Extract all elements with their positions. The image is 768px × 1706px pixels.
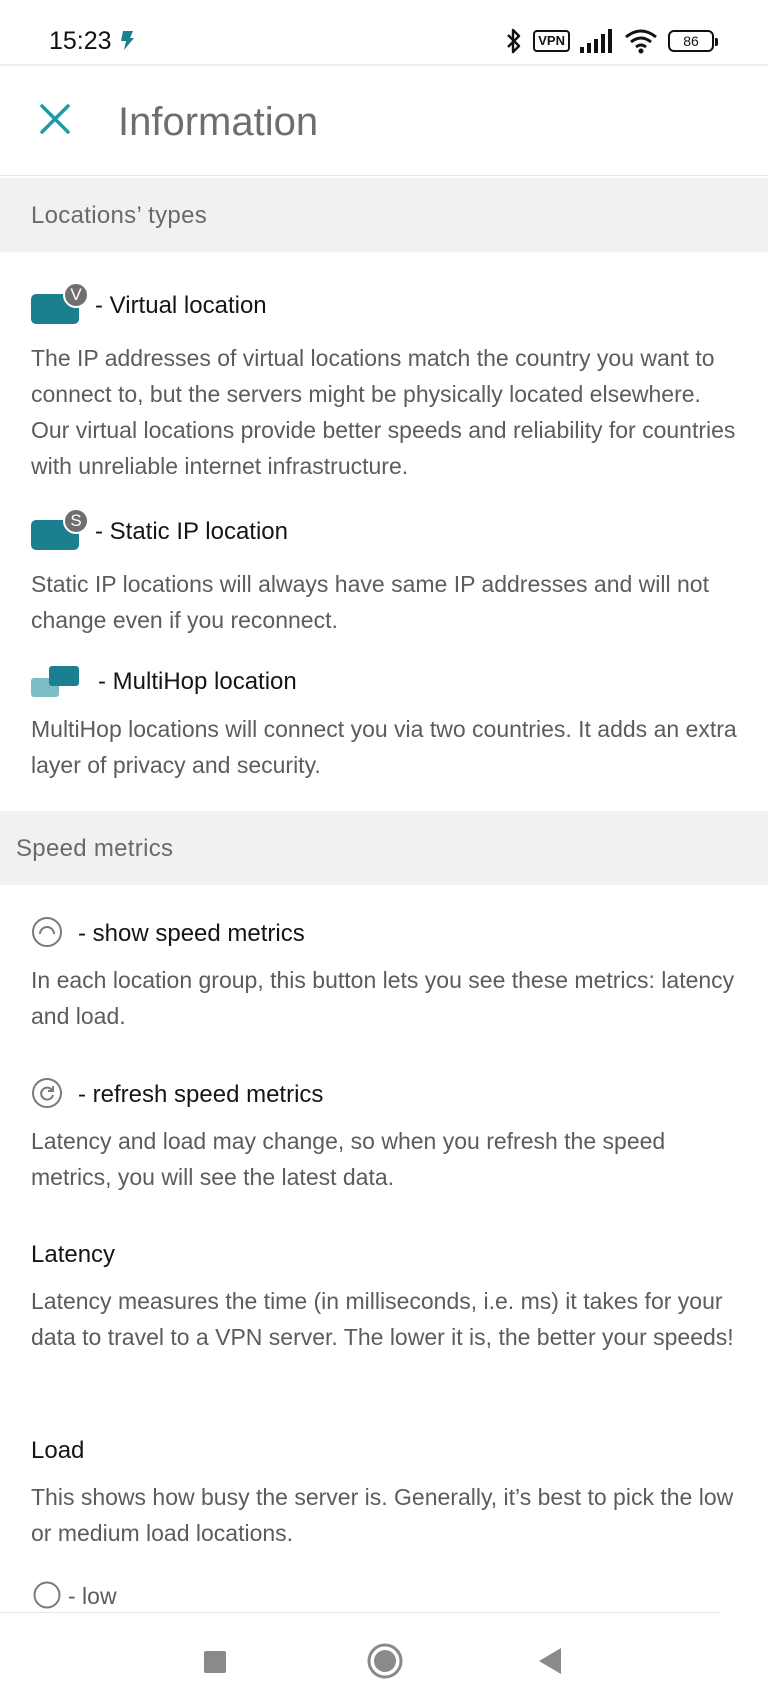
static-ip-location-title: - Static IP location <box>95 518 288 545</box>
app-notification-icon <box>121 31 134 50</box>
load-description: This shows how busy the server is. Gener… <box>31 1484 734 1546</box>
virtual-location-icon: V <box>31 282 89 324</box>
status-icons: VPN 86 <box>505 26 718 56</box>
divider <box>0 1612 720 1613</box>
virtual-badge: V <box>63 282 89 308</box>
locations-section-header: Locations’ types <box>0 178 768 252</box>
signal-icon <box>580 29 612 53</box>
speed-metrics-icon <box>32 917 62 947</box>
vpn-icon: VPN <box>533 30 570 52</box>
static-badge: S <box>63 508 89 534</box>
show-speed-metrics-description: In each location group, this button lets… <box>31 967 735 1029</box>
navigation-bar <box>0 1620 768 1706</box>
speed-metrics-section-header: Speed metrics <box>0 811 768 885</box>
home-icon[interactable] <box>366 1642 404 1680</box>
page-title: Information <box>118 100 319 144</box>
battery-icon: 86 <box>668 30 718 52</box>
section-title: Locations’ types <box>31 202 208 229</box>
multihop-location-icon <box>31 666 79 697</box>
virtual-location-description: The IP addresses of virtual locations ma… <box>31 345 736 479</box>
static-ip-location-icon: S <box>31 508 89 550</box>
refresh-icon <box>32 1078 62 1108</box>
low-load-label: - low <box>68 1583 117 1609</box>
recent-apps-icon[interactable] <box>203 1650 227 1674</box>
latency-title: Latency <box>31 1241 116 1268</box>
section-title: Speed metrics <box>16 835 174 862</box>
latency-description: Latency measures the time (in millisecon… <box>31 1288 734 1350</box>
multihop-location-title: - MultiHop location <box>98 668 297 695</box>
app-header: Information <box>0 68 768 176</box>
back-icon[interactable] <box>536 1646 564 1676</box>
wifi-icon <box>625 29 657 54</box>
status-bar: 15:23 VPN 86 <box>0 0 768 66</box>
virtual-location-title: - Virtual location <box>95 292 267 319</box>
close-icon[interactable] <box>34 98 76 140</box>
bluetooth-icon <box>507 28 521 54</box>
static-ip-location-description: Static IP locations will always have sam… <box>31 571 709 633</box>
load-title: Load <box>31 1437 85 1464</box>
show-speed-metrics-title: - show speed metrics <box>78 920 305 947</box>
status-time: 15:23 <box>49 27 112 55</box>
low-load-icon <box>33 1581 61 1609</box>
multihop-location-description: MultiHop locations will connect you via … <box>31 716 737 778</box>
refresh-speed-metrics-title: - refresh speed metrics <box>78 1081 324 1108</box>
refresh-speed-metrics-description: Latency and load may change, so when you… <box>31 1128 666 1190</box>
